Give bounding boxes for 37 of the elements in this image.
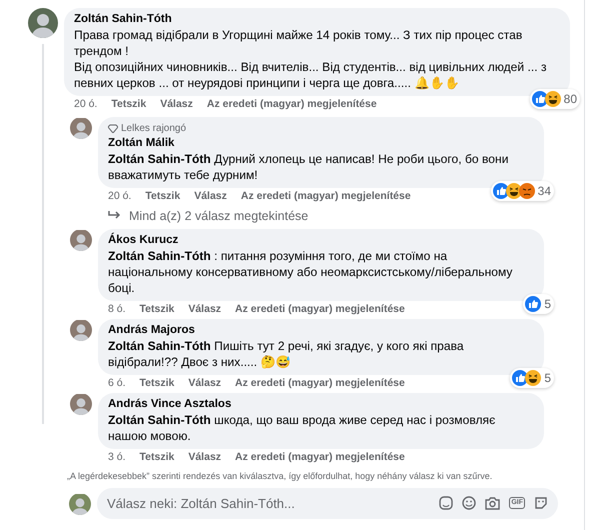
- action-link[interactable]: Az eredeti (magyar) megjelenítése: [240, 190, 411, 203]
- comment-text: Zoltán Sahin-Tóth Пишіть тут 2 речі, які згадує, у кого які права відібрали!?? Двоє з них..... 🤔😅: [108, 338, 465, 370]
- comment-text: Zoltán Sahin-Tóth шкода, що ваш врода живе серед нас і розмовляє нашою мовою.: [108, 412, 496, 444]
- action-link[interactable]: Tetszik: [140, 302, 174, 316]
- action-link[interactable]: Válasz: [194, 190, 227, 203]
- timestamp: 20 ó.: [74, 98, 98, 111]
- action-link[interactable]: Az eredeti (magyar) megjelenítése: [235, 450, 405, 464]
- reaction-count[interactable]: 5: [523, 294, 554, 314]
- comment-text: Zoltán Sahin-Tóth : питання розуміння того, де ми стоїмо на національному консервативному або неомарксистському/ліберальному боці.: [108, 248, 514, 296]
- reaction-count[interactable]: 5: [510, 368, 554, 388]
- action-link[interactable]: Válasz: [188, 302, 222, 316]
- comment-text: Права громад відібрали в Угорщині майже 14 років тому... З тих пір процес став трендом ! Від опозиційних чиновників... Від вчителів... Від студентів... від цивільних людей ... з певних церков ... от неурядові принципи і черга ще довга..... 🔔✋✋: [74, 27, 548, 91]
- reaction-count[interactable]: 34: [490, 181, 554, 201]
- comment-text: Zoltán Sahin-Tóth Дурний хлопець це написав! Не роби цього, бо вони вважатимуть тебе дурним!: [108, 151, 510, 183]
- timestamp: 8 ó.: [108, 302, 126, 316]
- action-link[interactable]: Tetszik: [145, 190, 180, 203]
- action-link[interactable]: Tetszik: [111, 98, 146, 111]
- timestamp: 20 ó.: [108, 190, 132, 203]
- sort-note: „A legérdekesebbek” szerinti rendezés van kiválasztva, így előfordulhat, hogy néhány válasz ki van szűrve.: [66, 470, 494, 483]
- action-link[interactable]: Az eredeti (magyar) megjelenítése: [235, 302, 405, 316]
- author-name[interactable]: Zoltán Málik: [108, 136, 534, 151]
- action-link[interactable]: Válasz: [160, 98, 193, 111]
- action-link[interactable]: Válasz: [188, 376, 222, 390]
- badge-label: Lelkes rajongó: [121, 122, 186, 136]
- author-name[interactable]: Ákos Kurucz: [108, 232, 534, 248]
- action-link[interactable]: Tetszik: [140, 450, 174, 464]
- view-replies-link[interactable]: Mind a(z) 2 válasz megtekintése: [98, 203, 544, 226]
- timestamp: 3 ó.: [108, 450, 126, 464]
- action-link[interactable]: Az eredeti (magyar) megjelenítése: [235, 376, 405, 390]
- author-name[interactable]: Zoltán Sahin-Tóth: [74, 12, 560, 27]
- author-name[interactable]: András Vince Asztalos: [108, 396, 534, 412]
- timestamp: 6 ó.: [108, 376, 126, 390]
- author-name[interactable]: András Majoros: [108, 322, 534, 338]
- action-link[interactable]: Tetszik: [140, 376, 174, 390]
- reaction-count[interactable]: 80: [530, 89, 580, 109]
- action-link[interactable]: Válasz: [188, 450, 222, 464]
- action-link[interactable]: Az eredeti (magyar) megjelenítése: [206, 98, 377, 111]
